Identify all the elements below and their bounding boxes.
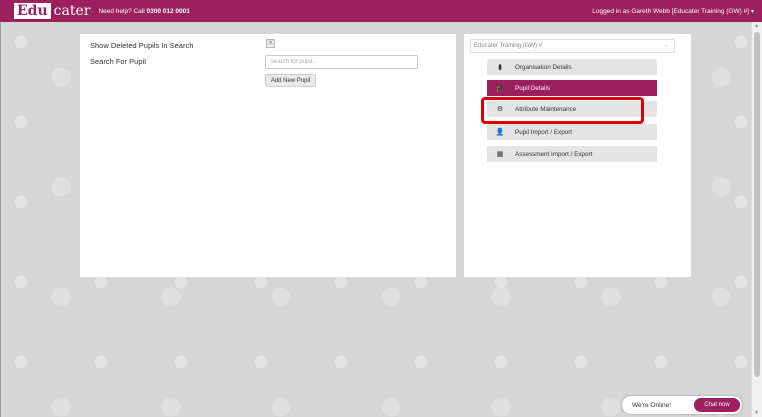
admin-menu-panel: Educater Training (GW) # ⌄ ▮ Organisatio… <box>464 34 691 277</box>
caret-down-icon: ▾ <box>750 8 754 15</box>
help-text: Need help? Call 0300 012 0001 <box>98 7 190 15</box>
menu-item-label: Assessment Import / Export <box>515 150 593 158</box>
scroll-up-icon[interactable]: ▲ <box>754 23 759 29</box>
highlight-box <box>481 97 644 124</box>
chat-status: We're Online! <box>632 401 672 409</box>
top-bar: Edu cater Need help? Call 0300 012 0001 … <box>0 0 762 22</box>
pupil-search-panel: Show Deleted Pupils In Search ✕ Search F… <box>80 34 456 277</box>
help-phone: 0300 012 0001 <box>146 7 190 15</box>
menu-item-pupil-details[interactable]: 🎓 Pupil Details <box>487 80 657 96</box>
show-deleted-checkbox[interactable]: ✕ <box>266 39 275 48</box>
menu-item-label: Organisation Details <box>515 63 572 71</box>
pupil-search-input[interactable] <box>265 55 418 69</box>
menu-item-label: Pupil Details <box>515 84 550 92</box>
add-new-pupil-button[interactable]: Add New Pupil <box>265 74 316 87</box>
chevron-down-icon: ⌄ <box>663 43 669 49</box>
chat-widget: We're Online! Chat now <box>622 396 742 414</box>
scroll-down-icon[interactable]: ▼ <box>754 410 759 416</box>
scroll-thumb[interactable] <box>754 32 760 377</box>
educater-logo[interactable]: Edu cater <box>14 3 90 19</box>
menu-item-assessment-import-export[interactable]: ▦ Assessment Import / Export <box>487 146 657 162</box>
show-deleted-label: Show Deleted Pupils In Search <box>90 41 194 50</box>
user-menu[interactable]: Logged in as Gareth Webb [Educater Train… <box>592 8 754 15</box>
chat-now-button[interactable]: Chat now <box>694 398 740 412</box>
user-plus-icon: 👤 <box>495 129 505 136</box>
bookmark-icon: ▮ <box>498 64 502 71</box>
logo-edu-text: Edu <box>14 3 51 19</box>
logo-cater-text: cater <box>53 3 91 19</box>
page-scrollbar[interactable]: ▲ ▼ <box>751 22 762 417</box>
menu-item-label: Pupil Import / Export <box>515 128 573 136</box>
school-select[interactable]: Educater Training (GW) # ⌄ <box>470 39 675 53</box>
logged-in-text: Logged in as Gareth Webb [Educater Train… <box>592 7 749 15</box>
search-pupil-label: Search For Pupil <box>90 57 146 66</box>
school-select-value: Educater Training (GW) # <box>474 43 543 49</box>
graduation-cap-icon: 🎓 <box>495 85 505 92</box>
menu-item-organisation-details[interactable]: ▮ Organisation Details <box>487 59 657 75</box>
calculator-icon: ▦ <box>496 151 504 158</box>
menu-item-pupil-import-export[interactable]: 👤 Pupil Import / Export <box>487 124 657 140</box>
